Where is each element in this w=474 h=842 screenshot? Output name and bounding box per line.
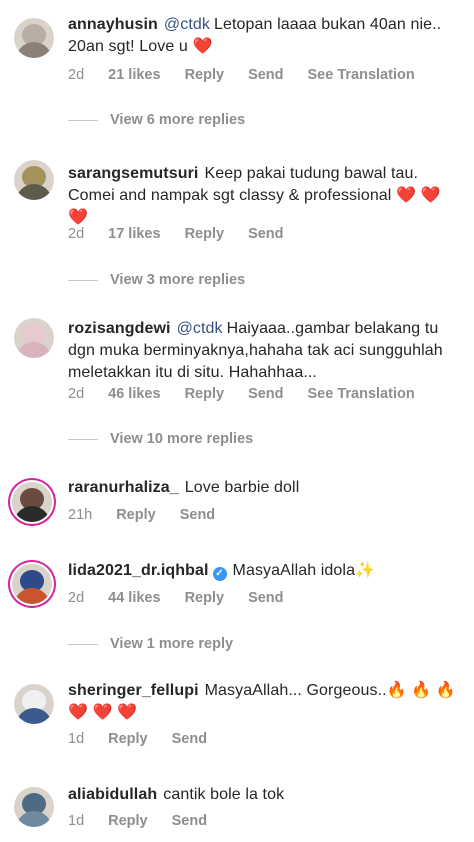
send-button[interactable]: Send	[180, 507, 215, 523]
timestamp: 1d	[68, 813, 85, 829]
mention-link[interactable]: @ctdk	[177, 320, 223, 337]
comment-text: lida2021_dr.iqhbal ✓ MasyaAllah idola✨	[68, 560, 460, 582]
likes-count[interactable]: 46 likes	[108, 386, 160, 402]
verified-badge-icon: ✓	[212, 567, 227, 581]
view-replies-label: View 10 more replies	[110, 431, 254, 447]
likes-count[interactable]: 21 likes	[108, 67, 160, 83]
comment-actions: 2d 46 likes Reply Send See Translation	[68, 386, 439, 402]
username[interactable]: rozisangdewi	[68, 320, 171, 337]
send-button[interactable]: Send	[248, 386, 283, 402]
send-button[interactable]: Send	[248, 67, 283, 83]
view-replies-button[interactable]: View 1 more reply	[68, 636, 233, 652]
timestamp: 2d	[68, 226, 85, 242]
comment-actions: 1d Reply Send	[68, 813, 231, 829]
reply-button[interactable]: Reply	[108, 813, 148, 829]
likes-count[interactable]: 44 likes	[108, 590, 160, 606]
divider-line	[68, 643, 98, 645]
comment-actions: 21h Reply Send	[68, 507, 239, 523]
comment-text: rozisangdewi @ctdk Haiyaaa..gambar belakan…	[68, 318, 460, 384]
timestamp: 1d	[68, 731, 85, 747]
timestamp: 2d	[68, 386, 85, 402]
reply-button[interactable]: Reply	[116, 507, 156, 523]
avatar[interactable]	[14, 787, 54, 827]
see-translation-button[interactable]: See Translation	[308, 67, 415, 83]
avatar[interactable]	[12, 482, 52, 522]
comment-actions: 1d Reply Send	[68, 731, 231, 747]
view-replies-label: View 1 more reply	[110, 636, 234, 652]
avatar[interactable]	[14, 18, 54, 58]
send-button[interactable]: Send	[248, 226, 283, 242]
username[interactable]: annayhusin	[68, 16, 158, 33]
comment-text: aliabidullah cantik bole la tok	[68, 784, 460, 806]
avatar[interactable]	[12, 564, 52, 604]
reply-button[interactable]: Reply	[108, 731, 148, 747]
view-replies-button[interactable]: View 6 more replies	[68, 112, 245, 128]
reply-button[interactable]: Reply	[185, 226, 225, 242]
comment-body: MasyaAllah idola✨	[232, 562, 376, 579]
avatar[interactable]	[14, 318, 54, 358]
avatar[interactable]	[14, 160, 54, 200]
see-translation-button[interactable]: See Translation	[308, 386, 415, 402]
comment-text: sarangsemutsuri Keep pakai tudung bawal t…	[68, 163, 460, 229]
comment-actions: 2d 17 likes Reply Send	[68, 226, 308, 242]
view-replies-label: View 6 more replies	[110, 112, 246, 128]
timestamp: 2d	[68, 590, 85, 606]
reply-button[interactable]: Reply	[185, 67, 225, 83]
comment-body: cantik bole la tok	[163, 786, 285, 803]
likes-count[interactable]: 17 likes	[108, 226, 160, 242]
username[interactable]: sarangsemutsuri	[68, 165, 198, 182]
send-button[interactable]: Send	[172, 731, 207, 747]
reply-button[interactable]: Reply	[185, 590, 225, 606]
comment-actions: 2d 44 likes Reply Send	[68, 590, 308, 606]
divider-line	[68, 119, 98, 121]
reply-button[interactable]: Reply	[185, 386, 225, 402]
comment-text: sheringer_fellupi MasyaAllah... Gorgeous.…	[68, 680, 460, 724]
timestamp: 2d	[68, 67, 85, 83]
send-button[interactable]: Send	[172, 813, 207, 829]
username[interactable]: raranurhaliza_	[68, 479, 179, 496]
username[interactable]: lida2021_dr.iqhbal	[68, 562, 209, 579]
divider-line	[68, 438, 98, 440]
timestamp: 21h	[68, 507, 93, 523]
comment-actions: 2d 21 likes Reply Send See Translation	[68, 67, 439, 83]
username[interactable]: sheringer_fellupi	[68, 682, 199, 699]
send-button[interactable]: Send	[248, 590, 283, 606]
comment-text: annayhusin @ctdk Letopan laaaa bukan 40an …	[68, 14, 460, 58]
comment-body: Love barbie doll	[184, 479, 300, 496]
view-replies-button[interactable]: View 10 more replies	[68, 431, 253, 447]
view-replies-label: View 3 more replies	[110, 272, 246, 288]
comment-text: raranurhaliza_ Love barbie doll	[68, 477, 460, 499]
divider-line	[68, 279, 98, 281]
username[interactable]: aliabidullah	[68, 786, 157, 803]
view-replies-button[interactable]: View 3 more replies	[68, 272, 245, 288]
avatar[interactable]	[14, 684, 54, 724]
mention-link[interactable]: @ctdk	[164, 16, 210, 33]
